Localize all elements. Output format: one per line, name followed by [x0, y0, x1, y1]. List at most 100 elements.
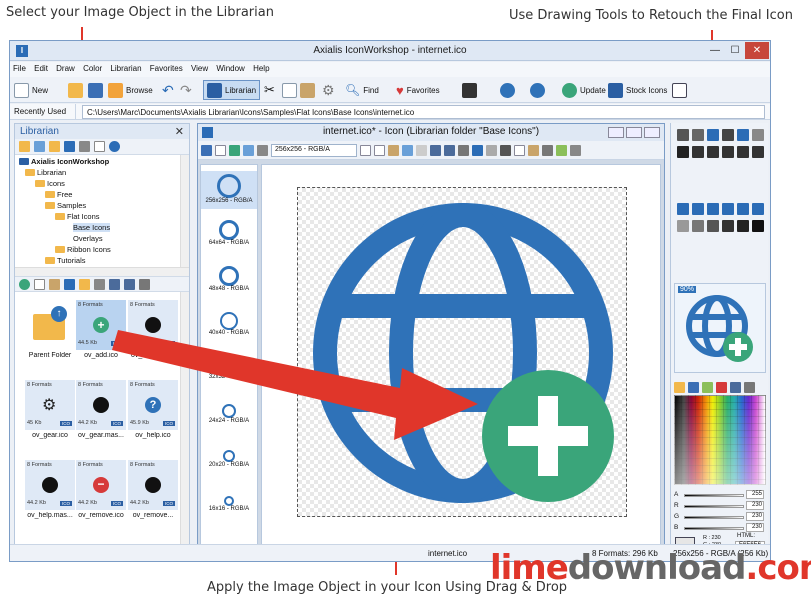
format-item-20[interactable]: 20x20 - RGB/A [201, 447, 257, 468]
tree-item-base-icons[interactable]: Base Icons [73, 223, 111, 232]
list-item-ov-remove[interactable]: 8 Formats − 44.2 Kb ICO ov_remove.ico [76, 460, 126, 519]
list-item-ov-gear[interactable]: 8 Formats ⚙ 45 Kb ICO ov_gear.ico [25, 380, 75, 439]
format-item-40[interactable]: 40x40 - RGB/A [201, 309, 257, 336]
zoom-fit-icon[interactable] [430, 144, 441, 156]
tree-item-librarian[interactable]: Librarian [25, 168, 66, 177]
browse-button[interactable]: Browse [108, 80, 153, 100]
rounded-rect-icon[interactable] [752, 146, 764, 158]
preview-icon[interactable] [402, 144, 413, 156]
tree-item-icons[interactable]: Icons [35, 179, 65, 188]
export-icon[interactable] [257, 144, 268, 156]
text-icon[interactable] [677, 203, 689, 215]
menu-file[interactable]: File [10, 62, 29, 75]
brush-size-2-icon[interactable] [692, 220, 704, 232]
undo-button[interactable]: ↶ [162, 80, 174, 100]
save-icon[interactable] [201, 144, 212, 156]
pen-icon[interactable] [722, 203, 734, 215]
path-field[interactable]: C:\Users\Marc\Documents\Axialis Libraria… [82, 105, 765, 119]
sort-icon[interactable] [109, 279, 120, 290]
tree-item-overlays[interactable]: Overlays [73, 234, 103, 243]
palette-open-icon[interactable] [674, 382, 685, 393]
monitor-button[interactable] [462, 80, 477, 100]
wand-icon[interactable] [707, 129, 719, 141]
rect-fill-icon[interactable] [707, 146, 719, 158]
settings-button[interactable]: ⚙ [322, 80, 335, 100]
format-item-32[interactable]: 32x32 - RGB/A [201, 355, 257, 380]
add-format-icon[interactable] [229, 144, 240, 156]
palette-list-icon[interactable] [730, 382, 741, 393]
menu-librarian[interactable]: Librarian [107, 62, 144, 75]
items-scrollbar[interactable] [180, 292, 189, 557]
favorites-button[interactable]: ♥ Favorites [396, 80, 440, 100]
sync-icon[interactable] [19, 279, 30, 290]
menu-edit[interactable]: Edit [31, 62, 51, 75]
delete-icon[interactable] [79, 141, 90, 152]
close-button[interactable]: ✕ [745, 42, 769, 59]
editor-minimize-button[interactable] [608, 127, 624, 138]
redo-icon[interactable] [486, 144, 497, 156]
list-item-ov-add[interactable]: 8 Formats + 44.5 Kb ICO ov_add.ico [76, 300, 126, 359]
undo-icon[interactable] [472, 144, 483, 156]
list-item-ov-help-mask[interactable]: 8 Formats 44.2 Kb ICO ov_help.mas... [25, 460, 75, 519]
list-item-ov-gear-mask[interactable]: 8 Formats 44.2 Kb ICO ov_gear.mas... [76, 380, 126, 439]
eyedropper-icon[interactable] [722, 129, 734, 141]
copy-icon[interactable] [34, 279, 45, 290]
import-icon[interactable] [64, 279, 75, 290]
ellipse-icon[interactable] [722, 146, 734, 158]
cut-button[interactable]: ✂ [264, 80, 275, 100]
copy-button[interactable] [282, 80, 297, 100]
copy-icon[interactable] [374, 144, 385, 156]
tree-item-flat-icons[interactable]: Flat Icons [55, 212, 100, 221]
delete-icon[interactable] [94, 279, 105, 290]
stock-icons-button[interactable]: Stock Icons [608, 80, 667, 100]
find-button[interactable]: 🔍︎ Find [345, 80, 379, 100]
tree-item-ribbon-icons[interactable]: Ribbon Icons [55, 245, 111, 254]
palette-grid-icon[interactable] [702, 382, 713, 393]
slider-track[interactable] [684, 505, 744, 508]
palette-save-icon[interactable] [688, 382, 699, 393]
brush-size-1-icon[interactable] [677, 220, 689, 232]
librarian-button[interactable]: Librarian [203, 80, 261, 100]
palette-menu-icon[interactable] [744, 382, 755, 393]
menu-draw[interactable]: Draw [53, 62, 78, 75]
paste-button[interactable] [300, 80, 315, 100]
list-item-ov-add-mask[interactable]: 8 Formats 44.2 Kb ICO ov_add.mas... [128, 300, 178, 359]
list-item-ov-remove-mask[interactable]: 8 Formats 44.2 Kb ICO ov_remove... [128, 460, 178, 519]
move-icon[interactable] [737, 203, 749, 215]
tree-root[interactable]: Axialis IconWorkshop [19, 157, 109, 166]
format-item-16[interactable]: 16x16 - RGB/A [201, 493, 257, 512]
web-button[interactable] [500, 80, 515, 100]
format-item-64[interactable]: 64x64 - RGB/A [201, 217, 257, 246]
menu-favorites[interactable]: Favorites [147, 62, 186, 75]
tree-item-tutorials[interactable]: Tutorials [45, 256, 85, 265]
paste2-icon[interactable] [528, 144, 539, 156]
trash-icon[interactable] [542, 144, 553, 156]
document-button[interactable] [672, 80, 687, 100]
new-button[interactable]: New [14, 80, 48, 100]
save-button[interactable] [88, 80, 103, 100]
slider-track[interactable] [684, 494, 744, 497]
list-item-parent-folder[interactable]: ↑ Parent Folder [25, 300, 75, 359]
copy2-icon[interactable] [514, 144, 525, 156]
picture-icon[interactable] [556, 144, 567, 156]
channel-value[interactable]: 230 [746, 512, 764, 521]
channel-value[interactable]: 230 [746, 501, 764, 510]
format-item-256[interactable]: 256x256 - RGB/A [201, 171, 257, 209]
format-select[interactable]: 256x256 - RGB/A [271, 143, 357, 157]
select-icon[interactable] [677, 129, 689, 141]
trash-icon[interactable] [139, 279, 150, 290]
zoom-icon[interactable] [444, 144, 455, 156]
paste-icon[interactable] [388, 144, 399, 156]
brush-size-6-icon[interactable] [752, 220, 764, 232]
new-format-icon[interactable] [215, 144, 226, 156]
line-icon[interactable] [677, 146, 689, 158]
checker-icon[interactable] [416, 144, 427, 156]
grid-icon[interactable] [360, 144, 371, 156]
brush-size-5-icon[interactable] [737, 220, 749, 232]
lasso-icon[interactable] [692, 129, 704, 141]
open-button[interactable] [68, 80, 83, 100]
menu-window[interactable]: Window [213, 62, 247, 75]
image-icon[interactable] [243, 144, 254, 156]
tree-item-samples[interactable]: Samples [45, 201, 86, 210]
slider-track[interactable] [684, 516, 744, 519]
